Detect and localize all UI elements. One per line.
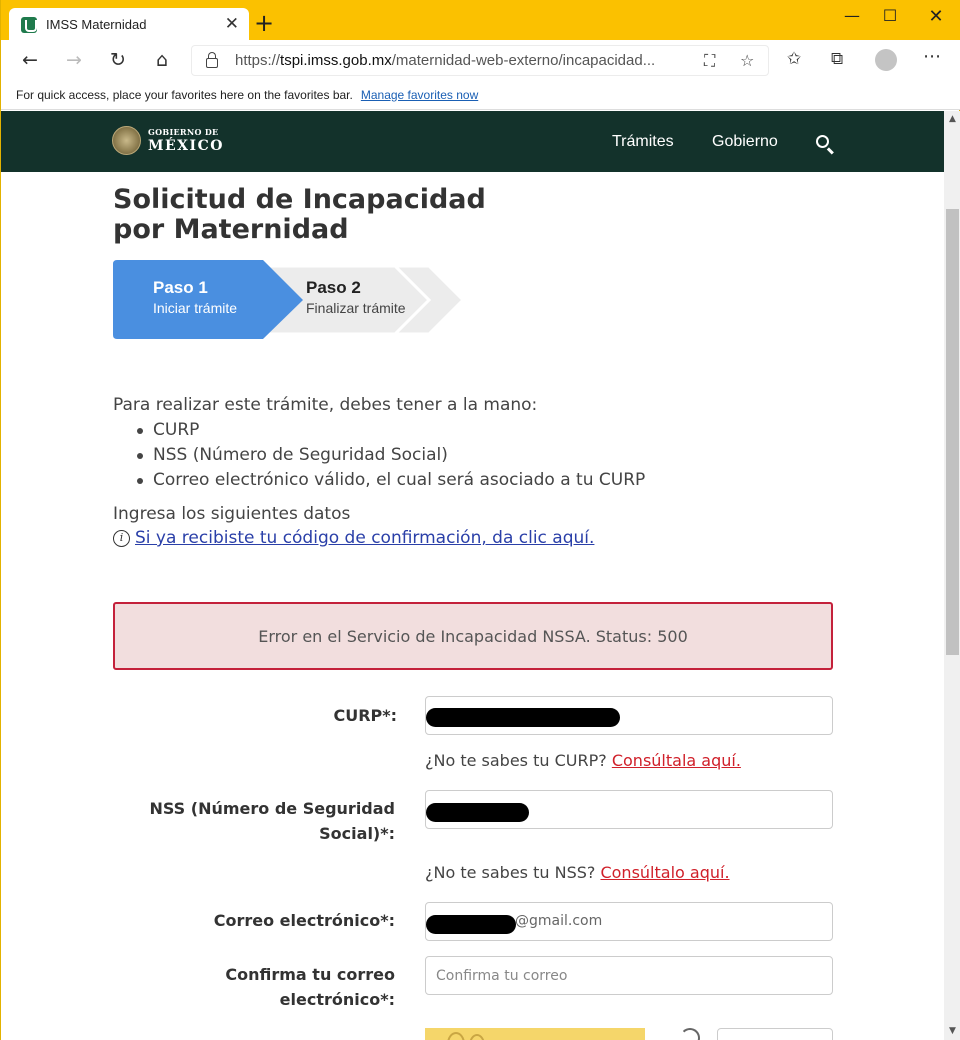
step-1-subtitle: Iniciar trámite [153, 300, 238, 316]
close-tab-icon[interactable]: ✕ [225, 14, 239, 34]
nss-label: NSS (Número de Seguridad Social)*: [149, 799, 395, 843]
tab-title: IMSS Maternidad [46, 17, 147, 32]
search-icon[interactable] [816, 135, 829, 148]
list-item: NSS (Número de Seguridad Social) [135, 443, 645, 468]
profile-icon[interactable] [875, 49, 897, 71]
scroll-thumb[interactable] [946, 209, 959, 655]
favorites-icon[interactable]: ✩ [787, 49, 801, 69]
url-text[interactable]: https://tspi.imss.gob.mx/maternidad-web-… [235, 52, 655, 69]
maximize-button[interactable]: ☐ [875, 6, 905, 25]
imss-favicon-icon [21, 16, 37, 33]
address-bar[interactable]: https://tspi.imss.gob.mx/maternidad-web-… [191, 45, 769, 76]
page-scrollbar[interactable]: ▲ ▼ [944, 111, 960, 1040]
confirm-code-row: i Si ya recibiste tu código de confirmac… [113, 528, 594, 548]
lock-icon[interactable] [206, 52, 218, 68]
step-1: Paso 1 Iniciar trámite [153, 278, 237, 316]
confirm-email-label: Confirma tu correo electrónico*: [225, 965, 395, 1009]
gov-logo[interactable]: GOBIERNO DE MÉXICO [112, 126, 224, 155]
step-1-title: Paso 1 [153, 278, 208, 297]
read-aloud-icon[interactable]: ⛶ [704, 51, 715, 71]
minimize-button[interactable]: — [837, 6, 867, 25]
browser-toolbar: ← → ↻ ⌂ https://tspi.imss.gob.mx/materni… [1, 40, 960, 80]
list-item: CURP [135, 418, 645, 443]
logo-big-text: MÉXICO [148, 138, 224, 154]
nss-help-link[interactable]: Consúltalo aquí. [600, 863, 729, 882]
close-window-button[interactable]: ✕ [921, 6, 951, 27]
new-tab-button[interactable]: + [254, 9, 274, 37]
requirements-intro: Para realizar este trámite, debes tener … [113, 393, 645, 493]
curp-label: CURP*: [333, 706, 397, 725]
confirm-email-input[interactable] [425, 956, 833, 995]
stepper: Paso 1 Iniciar trámite Paso 2 Finalizar … [113, 260, 529, 339]
nss-help: ¿No te sabes tu NSS? Consúltalo aquí. [425, 863, 730, 882]
logo-small-text: GOBIERNO DE [148, 127, 219, 137]
more-icon[interactable]: ⋯ [923, 46, 941, 67]
reload-icon[interactable]: ↻ [105, 48, 131, 72]
collections-icon[interactable]: ⧉ [831, 49, 843, 69]
captcha-image [425, 1028, 645, 1040]
captcha-input[interactable] [717, 1028, 833, 1040]
title-bar: IMSS Maternidad ✕ + — ☐ ✕ [1, 0, 960, 41]
nav-gobierno[interactable]: Gobierno [712, 133, 778, 151]
scroll-down-icon[interactable]: ▼ [944, 1023, 960, 1040]
step-2: Paso 2 Finalizar trámite [306, 278, 406, 316]
confirm-code-link[interactable]: Si ya recibiste tu código de confirmació… [135, 528, 594, 548]
browser-window: IMSS Maternidad ✕ + — ☐ ✕ ← → ↻ ⌂ https:… [0, 0, 960, 1040]
gov-header: GOBIERNO DE MÉXICO Trámites Gobierno [1, 111, 944, 172]
refresh-captcha-icon[interactable] [680, 1028, 700, 1040]
redacted-value [426, 803, 529, 822]
star-icon[interactable]: ☆ [740, 51, 754, 70]
redacted-value [426, 915, 516, 934]
step-2-subtitle: Finalizar trámite [306, 300, 406, 316]
back-icon[interactable]: ← [17, 48, 43, 72]
error-alert: Error en el Servicio de Incapacidad NSSA… [113, 602, 833, 670]
scroll-up-icon[interactable]: ▲ [944, 111, 960, 128]
data-prompt: Ingresa los siguientes datos [113, 504, 351, 524]
manage-favorites-link[interactable]: Manage favorites now [361, 88, 478, 102]
page-title: Solicitud de Incapacidad por Maternidad [113, 184, 486, 245]
page-viewport: GOBIERNO DE MÉXICO Trámites Gobierno Sol… [1, 111, 944, 1040]
favorites-bar-text: For quick access, place your favorites h… [16, 87, 353, 102]
forward-icon[interactable]: → [61, 48, 87, 72]
nav-tramites[interactable]: Trámites [612, 133, 674, 151]
home-icon[interactable]: ⌂ [149, 48, 175, 72]
curp-help-link[interactable]: Consúltala aquí. [612, 751, 741, 770]
browser-tab[interactable]: IMSS Maternidad ✕ [9, 8, 249, 41]
redacted-value [426, 708, 620, 727]
favorites-bar: For quick access, place your favorites h… [1, 80, 960, 110]
list-item: Correo electrónico válido, el cual será … [135, 468, 645, 493]
curp-help: ¿No te sabes tu CURP? Consúltala aquí. [425, 751, 741, 770]
step-2-title: Paso 2 [306, 278, 361, 297]
email-suffix: @gmail.com [515, 913, 603, 929]
info-icon: i [113, 529, 130, 547]
requirements-list: CURP NSS (Número de Seguridad Social) Co… [135, 418, 645, 493]
mexico-seal-icon [112, 126, 141, 155]
intro-text: Para realizar este trámite, debes tener … [113, 395, 538, 415]
email-label: Correo electrónico*: [213, 911, 395, 930]
